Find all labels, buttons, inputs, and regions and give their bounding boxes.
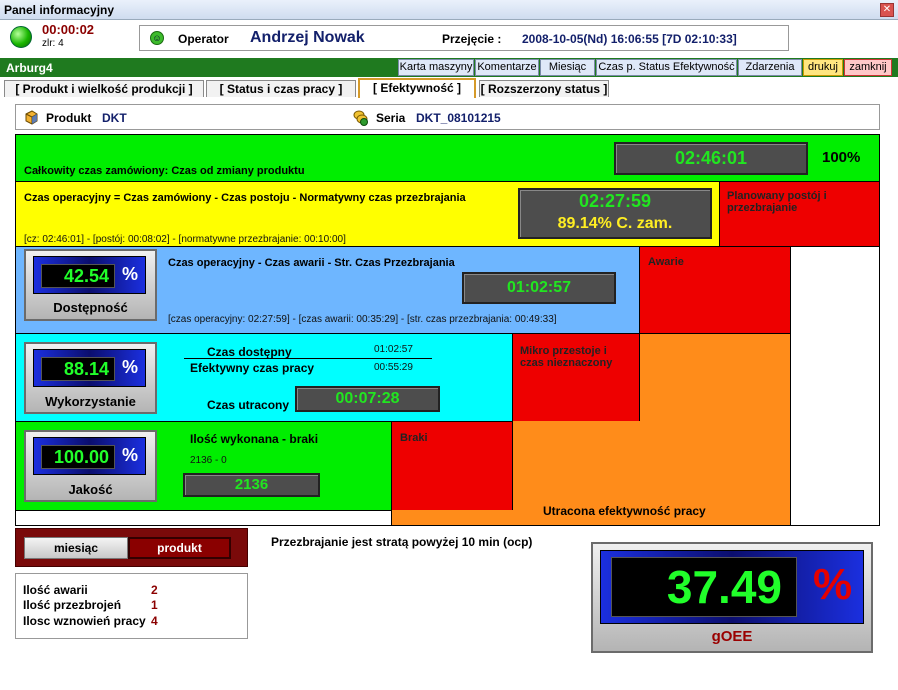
availability-label: Czas operacyjny - Czas awarii - Str. Cza… — [168, 257, 455, 269]
wykorzystanie-value: 88.14 — [41, 357, 115, 381]
operational-time-pct: 89.14% C. zam. — [557, 215, 673, 232]
awarii-value: 2 — [151, 583, 158, 597]
utracona-label: Utracona efektywność pracy — [543, 504, 706, 518]
jakosc-caption: Jakość — [68, 482, 113, 497]
utilization-divider — [184, 358, 432, 359]
diagram-bottom-empty — [15, 510, 392, 526]
total-time-label: Całkowity czas zamówiony: Czas od zmiany… — [24, 165, 305, 177]
total-time-value: 02:46:01 — [614, 142, 808, 175]
machine-name: Arburg4 — [6, 61, 53, 75]
tab-status[interactable]: [ Status i czas pracy ] — [206, 80, 356, 97]
diagram-right-empty — [790, 246, 880, 526]
seria-value: DKT_08101215 — [416, 111, 501, 125]
operational-time-value: 02:27:59 — [578, 191, 652, 211]
session-timer: 00:00:02 — [42, 22, 95, 37]
operator-name: Andrzej Nowak — [250, 29, 365, 46]
dostepnosc-value: 42.54 — [41, 264, 115, 288]
window-titlebar: Panel informacyjny — [0, 0, 898, 20]
czas-utracony-value: 00:07:28 — [295, 386, 440, 412]
drukuj-button[interactable]: drukuj — [803, 59, 843, 76]
window-title: Panel informacyjny — [4, 3, 115, 17]
zamknij-button[interactable]: zamknij — [844, 59, 892, 76]
product-box-icon — [24, 110, 39, 125]
zdarzenia-button[interactable]: Zdarzenia — [738, 59, 802, 76]
przezbrojen-value: 1 — [151, 598, 158, 612]
wykorzystanie-pct: % — [122, 357, 139, 377]
quality-detail: 2136 - 0 — [190, 455, 227, 466]
przejecie-label: Przejęcie : — [442, 32, 502, 46]
karta-maszyny-button[interactable]: Karta maszyny — [398, 59, 474, 76]
jakosc-value: 100.00 — [41, 445, 115, 469]
operational-time-label: Czas operacyjny = Czas zamówiony - Czas … — [24, 192, 466, 204]
przejecie-value: 2008-10-05(Nd) 16:06:55 [7D 02:10:33] — [522, 32, 737, 46]
wznowien-value: 4 — [151, 614, 158, 628]
miesiac-button[interactable]: Miesiąc — [540, 59, 595, 76]
czas-dostepny-label: Czas dostępny — [207, 345, 292, 359]
komentarze-button[interactable]: Komentarze — [475, 59, 539, 76]
utracona-block-left — [391, 510, 513, 526]
quality-label: Ilość wykonana - braki — [190, 432, 319, 446]
status-led-icon — [10, 26, 32, 48]
mode-miesiac-button[interactable]: miesiąc — [24, 537, 128, 559]
produkt-label: Produkt — [46, 111, 92, 125]
dostepnosc-pct: % — [122, 264, 139, 284]
goee-value: 37.49 — [611, 557, 797, 617]
tab-efektywnosc[interactable]: [ Efektywność ] — [358, 78, 476, 98]
wznowien-label: Ilosc wznowień pracy — [23, 614, 146, 628]
availability-time-value: 01:02:57 — [462, 272, 616, 304]
czas-utracony-label: Czas utracony — [207, 398, 290, 412]
total-time-pct: 100% — [822, 149, 861, 166]
seria-coins-icon — [352, 109, 369, 126]
dostepnosc-caption: Dostępność — [53, 300, 128, 315]
operator-smiley-icon: ☺ — [150, 31, 164, 45]
tab-produkt[interactable]: [ Produkt i wielkość produkcji ] — [4, 80, 204, 97]
efektywny-value: 00:55:29 — [374, 362, 413, 373]
przezbrajanie-note: Przezbrajanie jest stratą powyżej 10 min… — [271, 535, 533, 549]
tab-rozszerzony[interactable]: [ Rozszerzony status ] — [479, 80, 609, 97]
jakosc-pct: % — [122, 445, 139, 465]
czas-status-button[interactable]: Czas p. Status Efektywność — [596, 59, 737, 76]
planned-stop-label: Planowany postój i przezbrajanie — [727, 190, 827, 214]
mode-produkt-button[interactable]: produkt — [128, 537, 231, 559]
goee-caption: gOEE — [711, 628, 753, 645]
przezbrojen-label: Ilość przezbrojeń — [23, 598, 122, 612]
utracona-block-upper — [639, 333, 791, 422]
seria-label: Seria — [376, 111, 406, 125]
operator-label: Operator — [178, 32, 229, 46]
zlr-counter: zlr: 4 — [42, 38, 64, 49]
efektywny-label: Efektywny czas pracy — [190, 361, 315, 375]
close-icon[interactable]: ✕ — [880, 3, 894, 17]
operational-time-detail: [cz: 02:46:01] - [postój: 00:08:02] - [n… — [24, 234, 346, 245]
awarie-label: Awarie — [648, 256, 684, 268]
mikro-label: Mikro przestoje i czas nieznaczony — [520, 345, 613, 369]
availability-detail: [czas operacyjny: 02:27:59] - [czas awar… — [168, 314, 557, 325]
produkt-value: DKT — [102, 111, 127, 125]
czas-dostepny-value: 01:02:57 — [374, 344, 413, 355]
quality-value: 2136 — [183, 473, 320, 497]
wykorzystanie-caption: Wykorzystanie — [45, 394, 136, 409]
goee-pct: % — [813, 560, 853, 609]
awarii-label: Ilość awarii — [23, 583, 88, 597]
